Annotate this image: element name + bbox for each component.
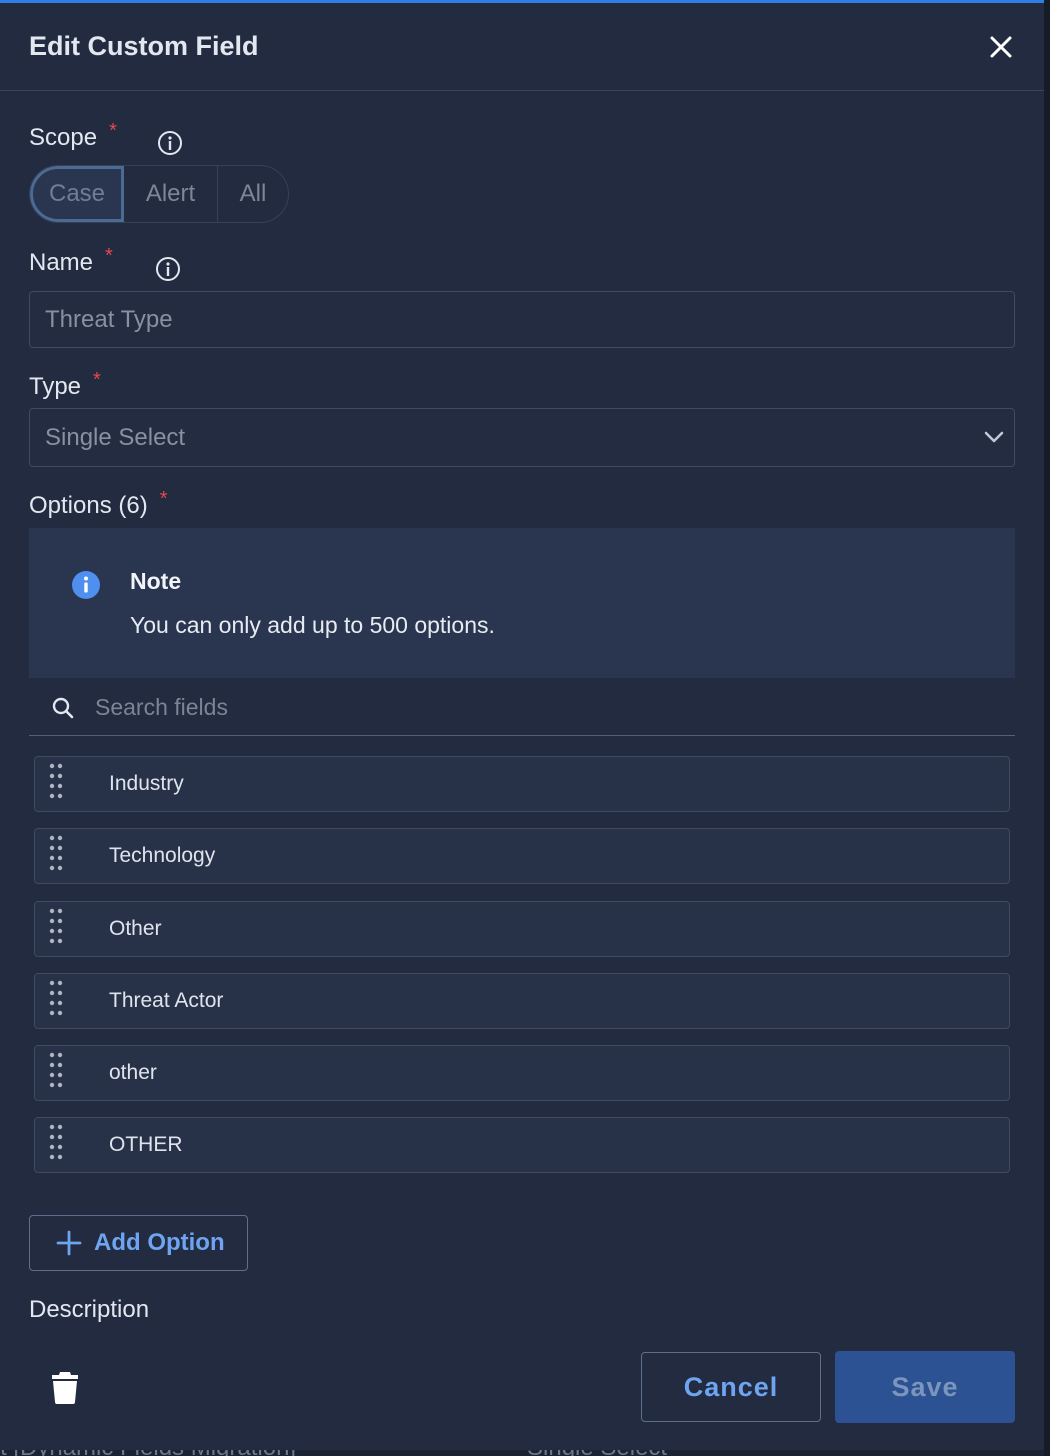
name-label: Name *: [29, 245, 113, 277]
scope-label-text: Scope: [29, 124, 98, 151]
option-label: Threat Actor: [109, 989, 224, 1012]
scope-info-icon[interactable]: [157, 130, 183, 156]
drag-handle-icon[interactable]: [48, 762, 64, 806]
drag-handle-icon[interactable]: [48, 907, 64, 951]
add-option-label: Add Option: [94, 1229, 225, 1256]
cancel-button[interactable]: Cancel: [641, 1352, 821, 1422]
drag-handle-icon[interactable]: [48, 1123, 64, 1167]
scope-option-all[interactable]: All: [218, 166, 288, 222]
add-option-button[interactable]: Add Option: [29, 1215, 248, 1271]
option-label: other: [109, 1061, 157, 1084]
type-label: Type *: [29, 369, 101, 401]
name-input-value: Threat Type: [45, 305, 173, 333]
chevron-down-icon: [984, 431, 1004, 443]
option-item[interactable]: Industry: [34, 756, 1010, 812]
plus-icon: [56, 1230, 82, 1256]
modal-title: Edit Custom Field: [29, 31, 259, 61]
drag-handle-icon[interactable]: [48, 1051, 64, 1095]
option-item[interactable]: Other: [34, 901, 1010, 957]
search-icon: [52, 697, 74, 719]
option-label: OTHER: [109, 1133, 183, 1156]
required-mark: *: [93, 369, 101, 391]
info-icon: [72, 571, 100, 599]
name-label-text: Name: [29, 249, 94, 276]
drag-handle-icon[interactable]: [48, 979, 64, 1023]
option-item[interactable]: Technology: [34, 828, 1010, 884]
required-mark: *: [109, 120, 117, 142]
type-label-text: Type: [29, 373, 82, 400]
note-text: You can only add up to 500 options.: [130, 612, 495, 638]
scope-option-alert[interactable]: Alert: [124, 166, 218, 222]
note-title: Note: [130, 568, 182, 594]
option-label: Other: [109, 917, 162, 940]
option-item[interactable]: Threat Actor: [34, 973, 1010, 1029]
name-input[interactable]: Threat Type: [29, 291, 1015, 348]
background-edge: [1044, 0, 1050, 1456]
options-label: Options (6) *: [29, 488, 168, 520]
drag-handle-icon[interactable]: [48, 834, 64, 878]
save-button[interactable]: Save: [835, 1351, 1015, 1423]
modal-header: Edit Custom Field: [0, 3, 1044, 91]
edit-custom-field-modal: Edit Custom Field Scope * Case Alert All …: [0, 0, 1044, 1450]
options-search-input[interactable]: Search fields: [29, 679, 1015, 736]
description-label: Description: [29, 1296, 150, 1323]
options-label-text: Options (6): [29, 492, 148, 519]
name-info-icon[interactable]: [155, 256, 181, 282]
required-mark: *: [105, 245, 113, 267]
option-label: Industry: [109, 772, 184, 795]
close-button[interactable]: [985, 31, 1017, 63]
close-icon: [990, 36, 1012, 58]
search-placeholder: Search fields: [95, 694, 228, 720]
option-item[interactable]: OTHER: [34, 1117, 1010, 1173]
required-mark: *: [159, 488, 168, 510]
option-item[interactable]: other: [34, 1045, 1010, 1101]
scope-label: Scope *: [29, 120, 117, 152]
scope-segmented-control: Case Alert All: [29, 165, 289, 223]
trash-icon[interactable]: [50, 1369, 80, 1405]
type-select-value: Single Select: [45, 423, 186, 451]
type-select[interactable]: Single Select: [29, 408, 1015, 467]
scope-option-case[interactable]: Case: [30, 166, 124, 222]
options-note: Note You can only add up to 500 options.: [29, 528, 1015, 678]
option-label: Technology: [109, 844, 216, 867]
